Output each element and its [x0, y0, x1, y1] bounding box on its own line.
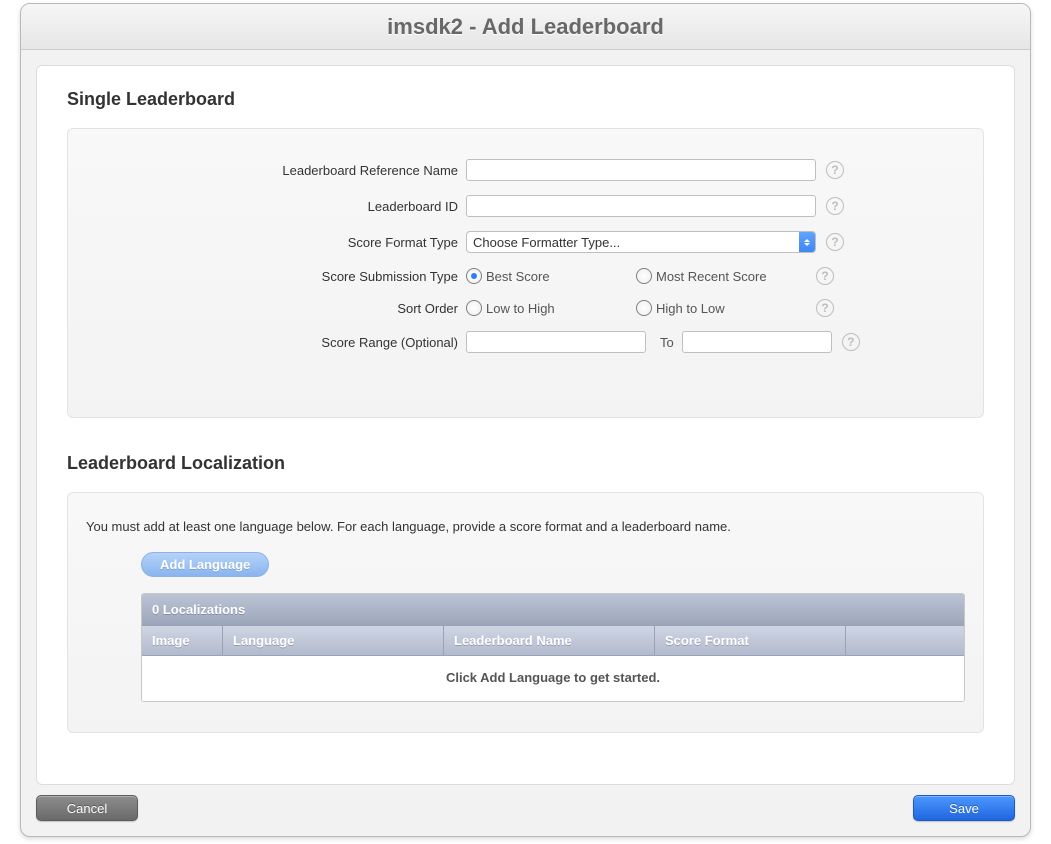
col-language: Language: [223, 626, 444, 656]
localization-description: You must add at least one language below…: [86, 519, 965, 534]
dialog-sheet: imsdk2 - Add Leaderboard Single Leaderbo…: [20, 3, 1031, 837]
label-score-range: Score Range (Optional): [98, 335, 466, 350]
chevron-updown-icon: [799, 232, 815, 252]
dialog-footer: Cancel Save: [21, 785, 1030, 836]
radio-most-recent-label: Most Recent Score: [656, 269, 767, 284]
radio-low-to-high[interactable]: [466, 300, 482, 316]
single-leaderboard-title: Single Leaderboard: [67, 89, 984, 110]
localization-title: Leaderboard Localization: [67, 453, 984, 474]
col-leaderboard-name: Leaderboard Name: [444, 626, 655, 656]
label-to: To: [660, 335, 674, 350]
save-button[interactable]: Save: [913, 795, 1015, 821]
input-leaderboard-id[interactable]: [466, 195, 816, 217]
label-leaderboard-id: Leaderboard ID: [98, 199, 466, 214]
row-sort-order: Sort Order Low to High High to Low ?: [98, 299, 953, 317]
input-reference-name[interactable]: [466, 159, 816, 181]
label-submission-type: Score Submission Type: [98, 269, 466, 284]
col-score-format: Score Format: [655, 626, 846, 656]
help-icon[interactable]: ?: [826, 197, 844, 215]
radio-best-score[interactable]: [466, 268, 482, 284]
single-leaderboard-panel: Leaderboard Reference Name ? Leaderboard…: [67, 128, 984, 418]
row-submission-type: Score Submission Type Best Score Most Re…: [98, 267, 953, 285]
select-placeholder: Choose Formatter Type...: [473, 235, 620, 250]
help-icon[interactable]: ?: [842, 333, 860, 351]
input-score-range-to[interactable]: [682, 331, 832, 353]
localization-table: 0 Localizations Image Language Leaderboa…: [141, 593, 965, 702]
help-icon[interactable]: ?: [826, 161, 844, 179]
row-reference-name: Leaderboard Reference Name ?: [98, 159, 953, 181]
col-image: Image: [142, 626, 223, 656]
row-score-range: Score Range (Optional) To ?: [98, 331, 953, 353]
row-leaderboard-id: Leaderboard ID ?: [98, 195, 953, 217]
help-icon[interactable]: ?: [816, 267, 834, 285]
radio-best-score-label: Best Score: [486, 269, 550, 284]
radio-high-to-low-label: High to Low: [656, 301, 725, 316]
label-reference-name: Leaderboard Reference Name: [98, 163, 466, 178]
localization-count-header: 0 Localizations: [142, 594, 964, 626]
radio-low-to-high-label: Low to High: [486, 301, 555, 316]
dialog-title: imsdk2 - Add Leaderboard: [21, 4, 1030, 50]
radio-high-to-low[interactable]: [636, 300, 652, 316]
help-icon[interactable]: ?: [826, 233, 844, 251]
radio-most-recent-score[interactable]: [636, 268, 652, 284]
col-actions: [846, 626, 964, 656]
add-language-button[interactable]: Add Language: [141, 552, 269, 577]
localization-columns: Image Language Leaderboard Name Score Fo…: [142, 626, 964, 656]
input-score-range-from[interactable]: [466, 331, 646, 353]
cancel-button[interactable]: Cancel: [36, 795, 138, 821]
label-score-format-type: Score Format Type: [98, 235, 466, 250]
help-icon[interactable]: ?: [816, 299, 834, 317]
localization-empty-row: Click Add Language to get started.: [142, 656, 964, 701]
row-score-format-type: Score Format Type Choose Formatter Type.…: [98, 231, 953, 253]
select-score-format-type[interactable]: Choose Formatter Type...: [466, 231, 816, 253]
dialog-content: Single Leaderboard Leaderboard Reference…: [36, 65, 1015, 785]
localization-panel: You must add at least one language below…: [67, 492, 984, 733]
label-sort-order: Sort Order: [98, 301, 466, 316]
